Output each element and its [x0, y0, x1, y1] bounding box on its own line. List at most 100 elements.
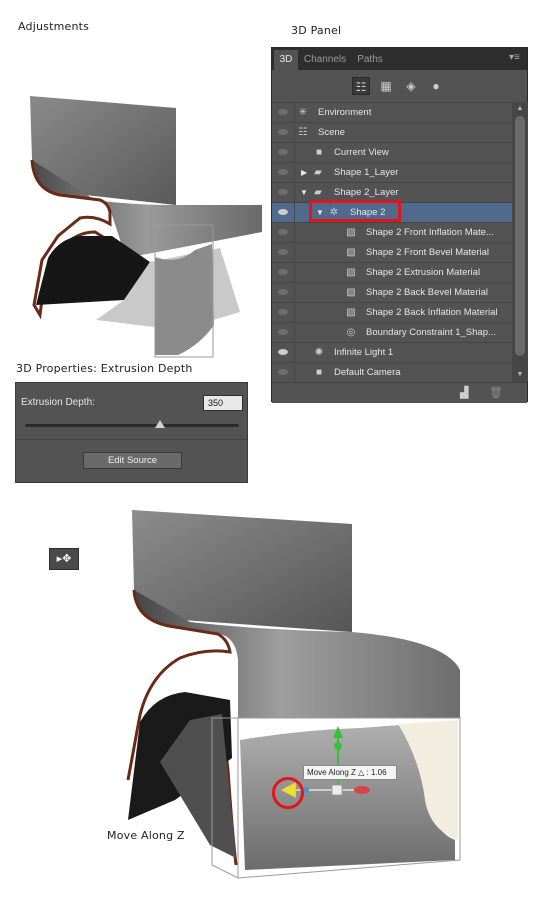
chair-leg-right [155, 244, 214, 355]
collapse-arrow-icon[interactable]: ▼ [300, 187, 308, 198]
slider-thumb[interactable] [154, 420, 165, 428]
tree-row[interactable]: ■ Current View [272, 142, 512, 162]
tree-row[interactable]: ▶ ▰ Shape 1_Layer [272, 162, 512, 182]
visibility-toggle[interactable] [272, 323, 295, 342]
visibility-toggle[interactable] [272, 203, 295, 222]
visibility-toggle[interactable] [272, 163, 295, 182]
extrusion-depth-slider[interactable] [25, 424, 239, 427]
visibility-toggle[interactable] [272, 283, 295, 302]
materials-filter-icon[interactable]: ◈ [402, 77, 420, 95]
tree-row[interactable]: ■ Default Camera [272, 362, 512, 382]
tree-row[interactable]: ▧ Shape 2 Back Bevel Material [272, 282, 512, 302]
environment-icon: ✳ [298, 107, 308, 118]
tree-row[interactable]: ☷ Scene [272, 122, 512, 142]
eye-icon [278, 209, 288, 215]
tab-channels[interactable]: Channels [300, 50, 350, 70]
scene-filter-icon[interactable]: ☷ [352, 77, 370, 95]
eye-icon [278, 149, 288, 155]
visibility-toggle[interactable] [272, 243, 295, 262]
highlight-z-arrow [272, 777, 304, 809]
visibility-toggle[interactable] [272, 123, 295, 142]
tree-row-label: Environment [318, 107, 372, 118]
expand-arrow-icon[interactable]: ▶ [301, 167, 309, 178]
eye-icon [278, 249, 288, 255]
camera-icon: ■ [315, 367, 323, 378]
caption-3d-panel: 3D Panel [291, 24, 342, 37]
tree-row-label: Infinite Light 1 [334, 347, 394, 358]
visibility-toggle[interactable] [272, 223, 295, 242]
tree-row[interactable]: ▧ Shape 2 Back Inflation Material [272, 302, 512, 322]
tree-row-label: Shape 2 Back Inflation Material [366, 307, 498, 318]
edit-source-button[interactable]: Edit Source [83, 452, 182, 469]
tree-row[interactable]: ◎ Boundary Constraint 1_Shap... [272, 322, 512, 342]
scene-icon: ☷ [298, 127, 308, 138]
trash-icon[interactable]: 🗑 [489, 386, 503, 399]
eye-icon [278, 349, 288, 355]
mesh-filter-icon[interactable]: ▦ [377, 77, 395, 95]
eye-icon [278, 369, 288, 375]
tree-row[interactable]: ▧ Shape 2 Extrusion Material [272, 262, 512, 282]
eye-icon [278, 109, 288, 115]
new-object-icon[interactable]: ▟ [460, 386, 468, 399]
tooltip-text: Move Along Z [307, 768, 356, 777]
material-icon: ▧ [346, 267, 356, 278]
divider [16, 439, 247, 440]
delta-icon: △ [358, 768, 365, 777]
folder-icon: ▰ [314, 167, 322, 178]
visibility-toggle[interactable] [272, 183, 295, 202]
lights-filter-icon[interactable]: ● [427, 77, 445, 95]
move-along-z-tooltip: Move Along Z △ : 1.06 [303, 765, 397, 780]
eye-icon [278, 309, 288, 315]
chair-render-bottom [126, 510, 461, 879]
visibility-toggle[interactable] [272, 143, 295, 162]
tab-paths[interactable]: Paths [352, 50, 388, 70]
tree-row[interactable]: ✳ Environment [272, 102, 512, 122]
extrusion-depth-label: Extrusion Depth: [21, 397, 95, 408]
eye-icon [278, 129, 288, 135]
tree-row-label: Shape 2 Extrusion Material [366, 267, 481, 278]
eye-icon [278, 169, 288, 175]
visibility-toggle[interactable] [272, 263, 295, 282]
panel-filter-toolbar: ☷ ▦ ◈ ● [272, 70, 527, 102]
scroll-down-icon[interactable]: ▼ [515, 370, 525, 380]
tree-row-label: Shape 1_Layer [334, 167, 399, 178]
extrusion-depth-field[interactable]: 350 [203, 395, 243, 411]
eye-icon [278, 289, 288, 295]
visibility-toggle[interactable] [272, 303, 295, 322]
tree-row[interactable]: ▼ ▰ Shape 2_Layer [272, 182, 512, 202]
visibility-toggle[interactable] [272, 103, 295, 122]
tree-row-label: Shape 2 Front Inflation Mate... [366, 227, 494, 238]
eye-icon [278, 229, 288, 235]
chair-render-top [30, 96, 262, 358]
panel-scrollbar[interactable]: ▲ ▼ [512, 102, 528, 382]
material-icon: ▧ [346, 227, 356, 238]
material-icon: ▧ [346, 247, 356, 258]
panel-tab-bar: 3D Channels Paths ▾≡ [272, 48, 527, 70]
scroll-up-icon[interactable]: ▲ [515, 104, 525, 114]
visibility-toggle[interactable] [272, 363, 295, 382]
tree-row[interactable]: ▧ Shape 2 Front Inflation Mate... [272, 222, 512, 242]
highlight-shape-2 [309, 200, 401, 222]
properties-panel: Extrusion Depth: 350 Edit Source [15, 382, 248, 483]
eye-icon [278, 189, 288, 195]
tree-row[interactable]: ▧ Shape 2 Front Bevel Material [272, 242, 512, 262]
material-icon: ▧ [346, 307, 356, 318]
visibility-toggle[interactable] [272, 343, 295, 362]
camera-icon: ■ [315, 147, 323, 158]
scroll-thumb[interactable] [515, 116, 525, 356]
tree-row-label: Boundary Constraint 1_Shap... [366, 327, 496, 338]
tab-3d[interactable]: 3D [274, 50, 298, 70]
tree-row-label: Default Camera [334, 367, 401, 378]
tree-row-label: Shape 2 Front Bevel Material [366, 247, 490, 258]
constraint-icon: ◎ [346, 327, 356, 338]
eye-icon [278, 329, 288, 335]
tree-row[interactable]: ✺ Infinite Light 1 [272, 342, 512, 362]
panel-menu-icon[interactable]: ▾≡ [509, 52, 523, 64]
tree-row-label: Current View [334, 147, 389, 158]
light-icon: ✺ [314, 347, 324, 358]
tree-row-label: Shape 2 Back Bevel Material [366, 287, 488, 298]
folder-icon: ▰ [314, 187, 322, 198]
material-icon: ▧ [346, 287, 356, 298]
tooltip-value: : 1.06 [366, 768, 387, 777]
tree-row-label: Scene [318, 127, 345, 138]
